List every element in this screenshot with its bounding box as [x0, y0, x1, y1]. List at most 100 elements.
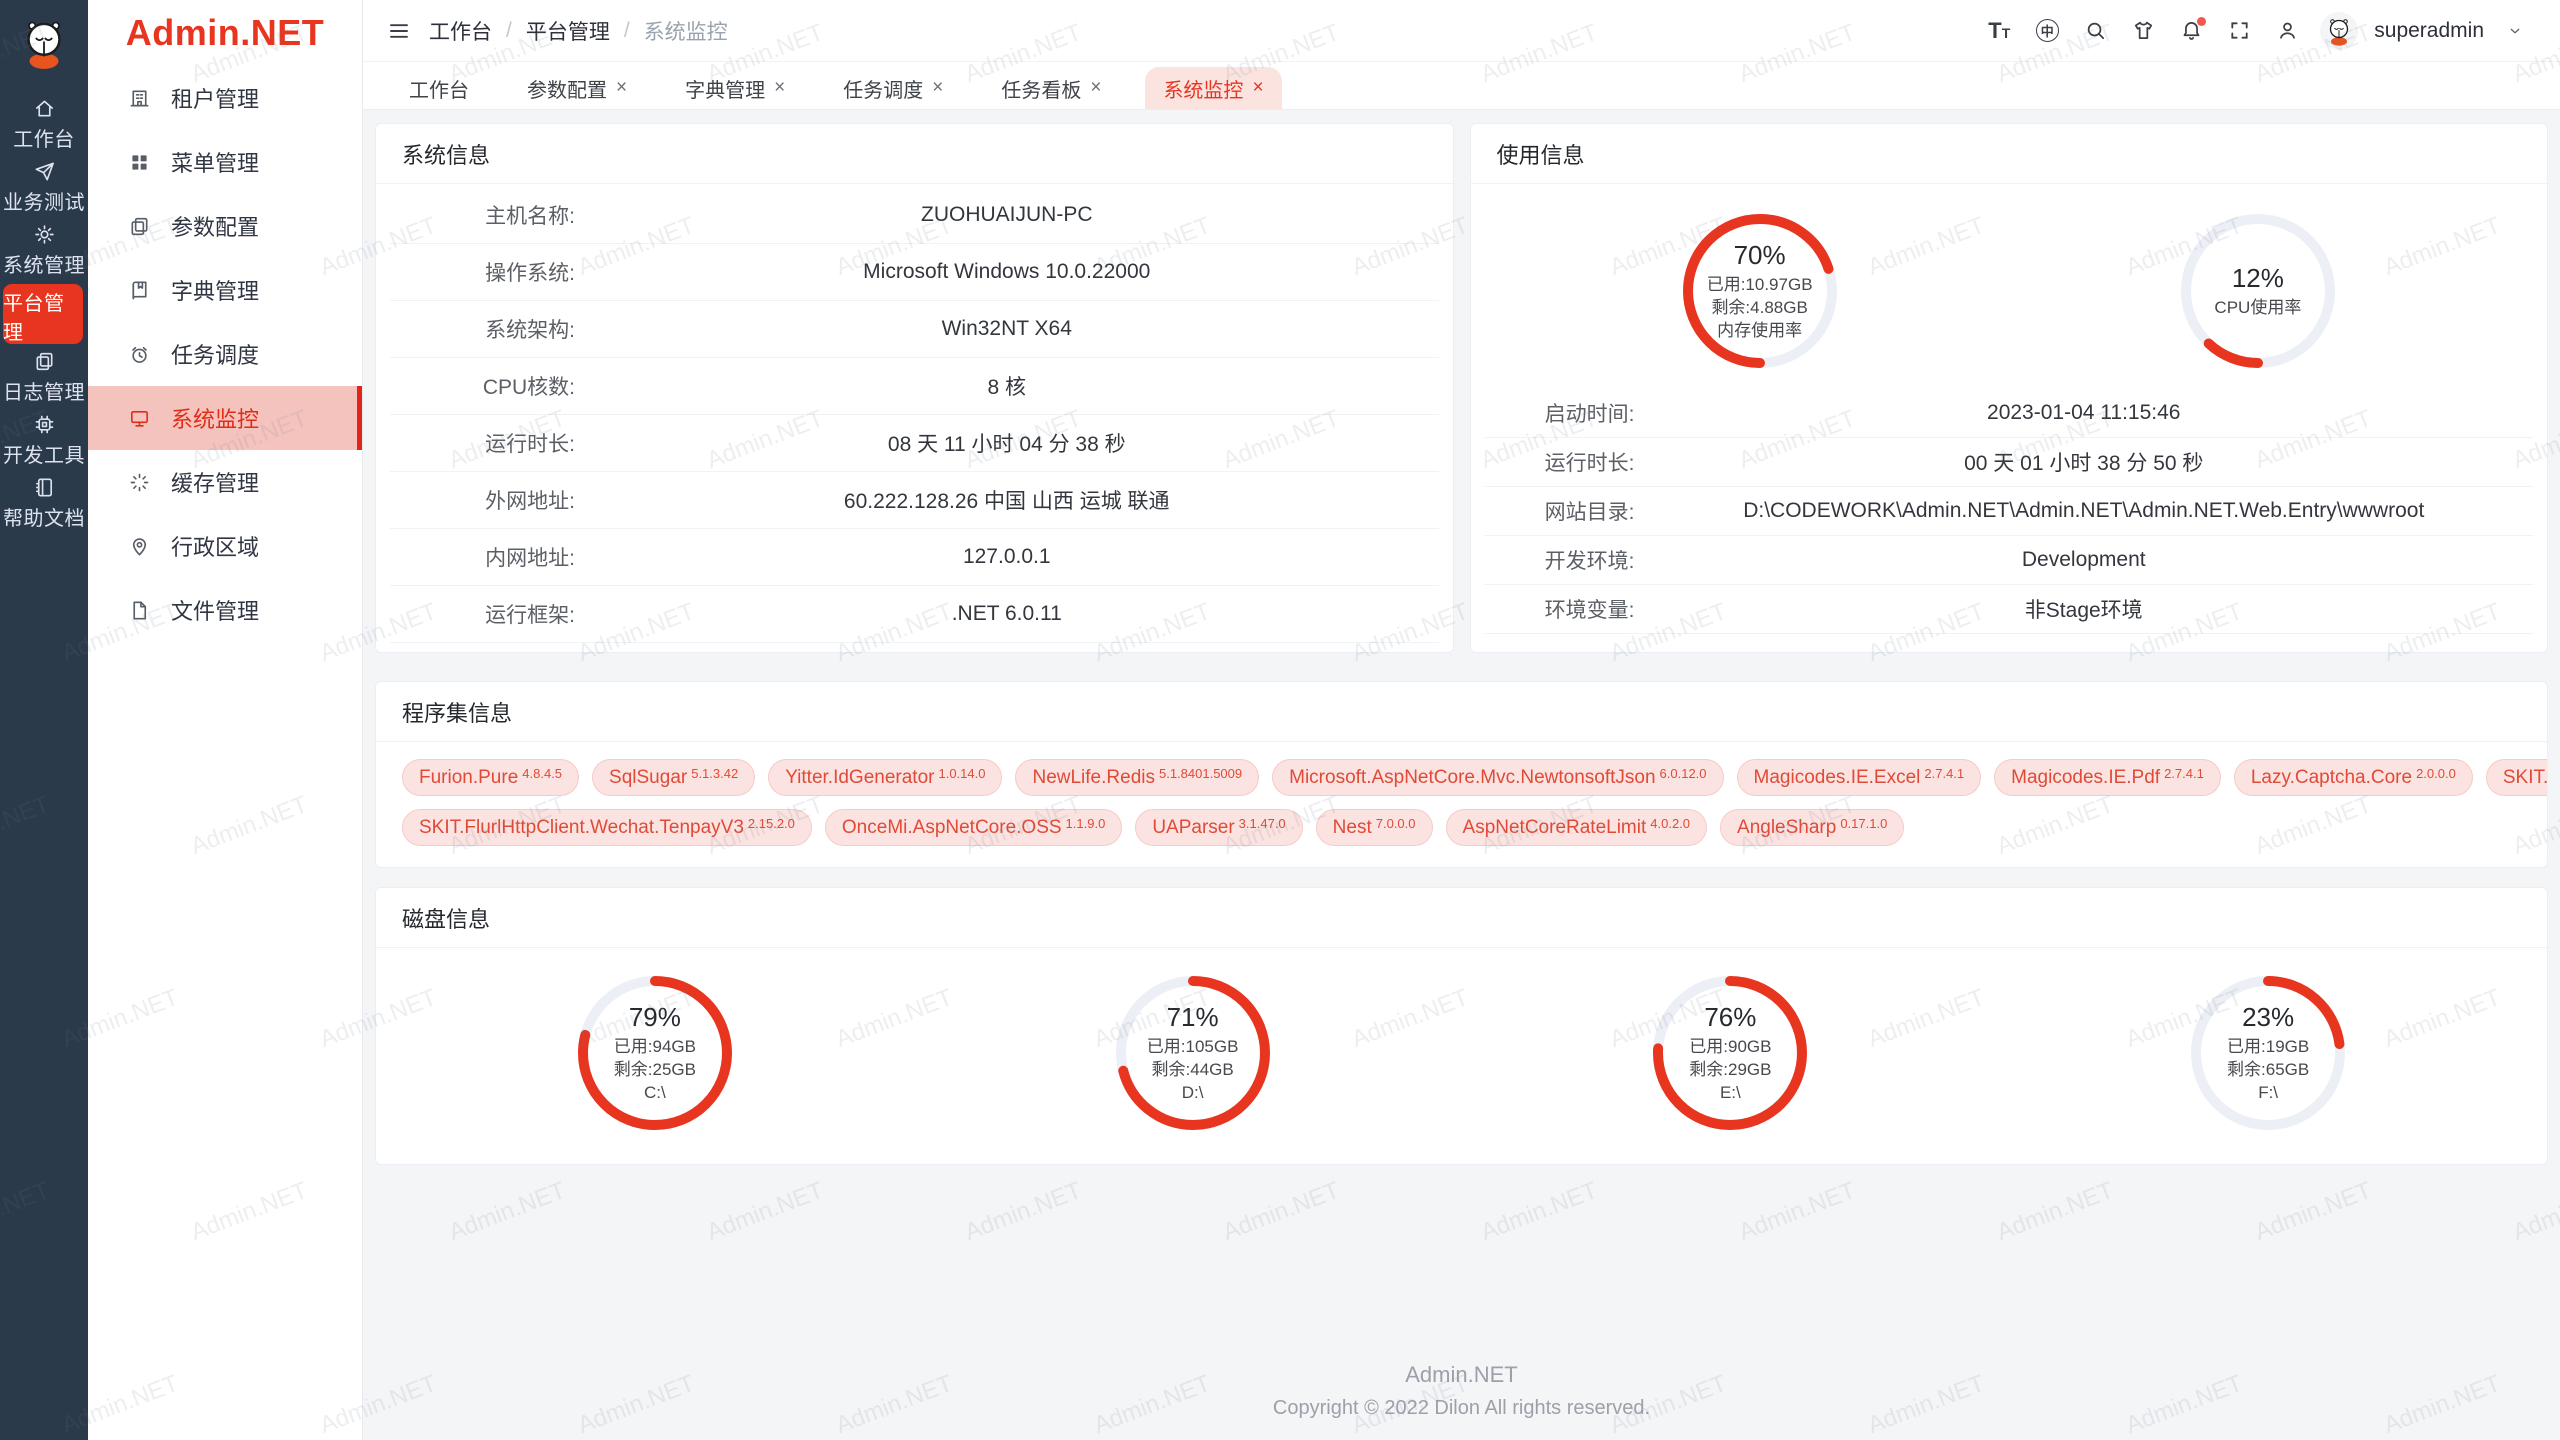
tab-4[interactable]: 任务调度×: [829, 67, 957, 109]
info-value: 08 天 11 小时 04 分 38 秒: [575, 428, 1439, 458]
assembly-name: SqlSugar: [609, 767, 687, 789]
tab-close-icon[interactable]: ×: [774, 77, 785, 99]
sidebar-item-6[interactable]: 系统监控: [88, 386, 362, 450]
tag-row: SKIT.FlurlHttpClient.Wechat.TenpayV32.15…: [402, 809, 2521, 846]
menu-grid-icon: [128, 151, 151, 174]
info-value: Win32NT X64: [575, 317, 1439, 341]
tab-6[interactable]: 系统监控×: [1145, 67, 1281, 109]
assembly-tag: AspNetCoreRateLimit4.0.2.0: [1446, 809, 1708, 846]
assembly-tag: Magicodes.IE.Pdf2.7.4.1: [1994, 759, 2221, 796]
gauge-center: 12%CPU使用率: [2187, 220, 2329, 362]
username[interactable]: superadmin: [2374, 19, 2484, 43]
breadcrumb-item[interactable]: 工作台: [429, 16, 492, 46]
avatar[interactable]: [2320, 12, 2358, 50]
assembly-version: 3.1.47.0: [1239, 816, 1286, 831]
sidebar-item-1[interactable]: 租户管理: [88, 66, 362, 130]
gauge-ring: 79%已用:94GB剩余:25GBC:\: [570, 968, 740, 1138]
mascot-logo-icon[interactable]: [15, 0, 73, 93]
info-value: 8 核: [575, 371, 1439, 401]
primary-rail: 工作台业务测试系统管理平台管理日志管理开发工具帮助文档: [0, 0, 88, 1440]
usage-info-card: 使用信息 70%已用:10.97GB剩余:4.88GB内存使用率12%CPU使用…: [1470, 123, 2549, 653]
rail-item-label: 系统管理: [3, 249, 85, 278]
collapse-menu-icon[interactable]: [379, 11, 419, 51]
assembly-version: 2.7.4.1: [1924, 766, 1964, 781]
tab-close-icon[interactable]: ×: [1252, 77, 1263, 99]
info-label: 启动时间:: [1485, 398, 1635, 428]
spinner-icon: [128, 471, 151, 494]
gauge-line: 已用:19GB: [2227, 1035, 2309, 1058]
theme-icon[interactable]: [2122, 10, 2164, 52]
rail-item-5[interactable]: 日志管理: [3, 346, 85, 409]
gauge-line: 剩余:25GB: [614, 1058, 696, 1081]
info-row: CPU核数:8 核: [390, 358, 1439, 415]
rail-item-1[interactable]: 工作台: [3, 93, 85, 156]
info-value: Development: [1635, 548, 2534, 572]
sidebar-item-7[interactable]: 缓存管理: [88, 450, 362, 514]
rail-item-label: 工作台: [13, 123, 75, 152]
footer-brand: Admin.NET: [375, 1362, 2548, 1388]
user-icon[interactable]: [2266, 10, 2308, 52]
pin-icon: [128, 535, 151, 558]
gauge-line: 已用:10.97GB: [1707, 273, 1813, 296]
assembly-name: OnceMi.AspNetCore.OSS: [842, 817, 1062, 839]
gauge-line: 剩余:44GB: [1152, 1058, 1234, 1081]
info-row: 开发环境:Development: [1485, 536, 2534, 585]
rail-item-6[interactable]: 开发工具: [3, 409, 85, 472]
gauge-line: F:\: [2258, 1081, 2278, 1104]
search-icon[interactable]: [2074, 10, 2116, 52]
sidebar-item-3[interactable]: 参数配置: [88, 194, 362, 258]
system-info-card: 系统信息 主机名称:ZUOHUAIJUN-PC操作系统:Microsoft Wi…: [375, 123, 1454, 653]
rail-item-3[interactable]: 系统管理: [3, 219, 85, 282]
assembly-name: SKIT.FlurlHttpClient.Wechat.TenpayV3: [419, 817, 744, 839]
info-value: 60.222.128.26 中国 山西 运城 联通: [575, 485, 1439, 515]
tab-3[interactable]: 字典管理 ×: [671, 67, 799, 109]
gauge-percent: 71%: [1167, 1002, 1219, 1033]
info-row: 运行框架:.NET 6.0.11: [390, 586, 1439, 643]
sidebar-item-8[interactable]: 行政区域: [88, 514, 362, 578]
chip-icon: [33, 413, 56, 436]
rail-item-7[interactable]: 帮助文档: [3, 472, 85, 535]
rail-item-2[interactable]: 业务测试: [3, 156, 85, 219]
usage-gauges: 70%已用:10.97GB剩余:4.88GB内存使用率12%CPU使用率: [1471, 184, 2548, 386]
sidebar-item-5[interactable]: 任务调度: [88, 322, 362, 386]
rail-item-4[interactable]: 平台管理: [3, 284, 83, 344]
topbar: 工作台 / 平台管理 / 系统监控 TT 中: [363, 0, 2560, 62]
tab-close-icon[interactable]: ×: [1090, 77, 1101, 99]
fullscreen-icon[interactable]: [2218, 10, 2260, 52]
info-row: 外网地址:60.222.128.26 中国 山西 运城 联通: [390, 472, 1439, 529]
assembly-version: 1.1.9.0: [1066, 816, 1106, 831]
breadcrumb-separator: /: [624, 19, 630, 43]
breadcrumb-item[interactable]: 平台管理: [526, 16, 610, 46]
info-row: 运行时长:08 天 11 小时 04 分 38 秒: [390, 415, 1439, 472]
usage-info-rows: 启动时间:2023-01-04 11:15:46运行时长:00 天 01 小时 …: [1471, 386, 2548, 634]
info-label: 内网地址:: [390, 542, 575, 572]
book-icon: [128, 279, 151, 302]
chevron-down-icon[interactable]: [2494, 10, 2536, 52]
brand-logo-text[interactable]: Admin.NET: [88, 0, 362, 66]
tab-2[interactable]: 参数配置×: [513, 67, 641, 109]
assembly-version: 2.7.4.1: [2164, 766, 2204, 781]
info-value: 2023-01-04 11:15:46: [1635, 401, 2534, 425]
language-icon[interactable]: 中: [2026, 10, 2068, 52]
info-label: 开发环境:: [1485, 545, 1635, 575]
tab-5[interactable]: 任务看板×: [987, 67, 1115, 109]
gauge-percent: 23%: [2242, 1002, 2294, 1033]
tabs-bar: 工作台参数配置×字典管理×任务调度×任务看板×系统监控×: [363, 62, 2560, 110]
building-icon: [128, 87, 151, 110]
info-row: 主机名称:ZUOHUAIJUN-PC: [390, 187, 1439, 244]
font-size-icon[interactable]: TT: [1978, 10, 2020, 52]
breadcrumb-item-current: 系统监控: [644, 16, 728, 46]
tab-close-icon[interactable]: ×: [616, 77, 627, 99]
notification-icon[interactable]: [2170, 10, 2212, 52]
assembly-version: 7.0.0.0: [1376, 816, 1416, 831]
assembly-name: Lazy.Captcha.Core: [2251, 767, 2412, 789]
sidebar-item-4[interactable]: 字典管理: [88, 258, 362, 322]
tab-label: 字典管理: [685, 74, 765, 103]
tab-1[interactable]: 工作台: [395, 67, 483, 109]
info-label: 环境变量:: [1485, 594, 1635, 624]
tab-close-icon[interactable]: ×: [932, 77, 943, 99]
assembly-name: UAParser: [1152, 817, 1234, 839]
breadcrumb-separator: /: [506, 19, 512, 43]
sidebar-item-9[interactable]: 文件管理: [88, 578, 362, 642]
sidebar-item-2[interactable]: 菜单管理: [88, 130, 362, 194]
